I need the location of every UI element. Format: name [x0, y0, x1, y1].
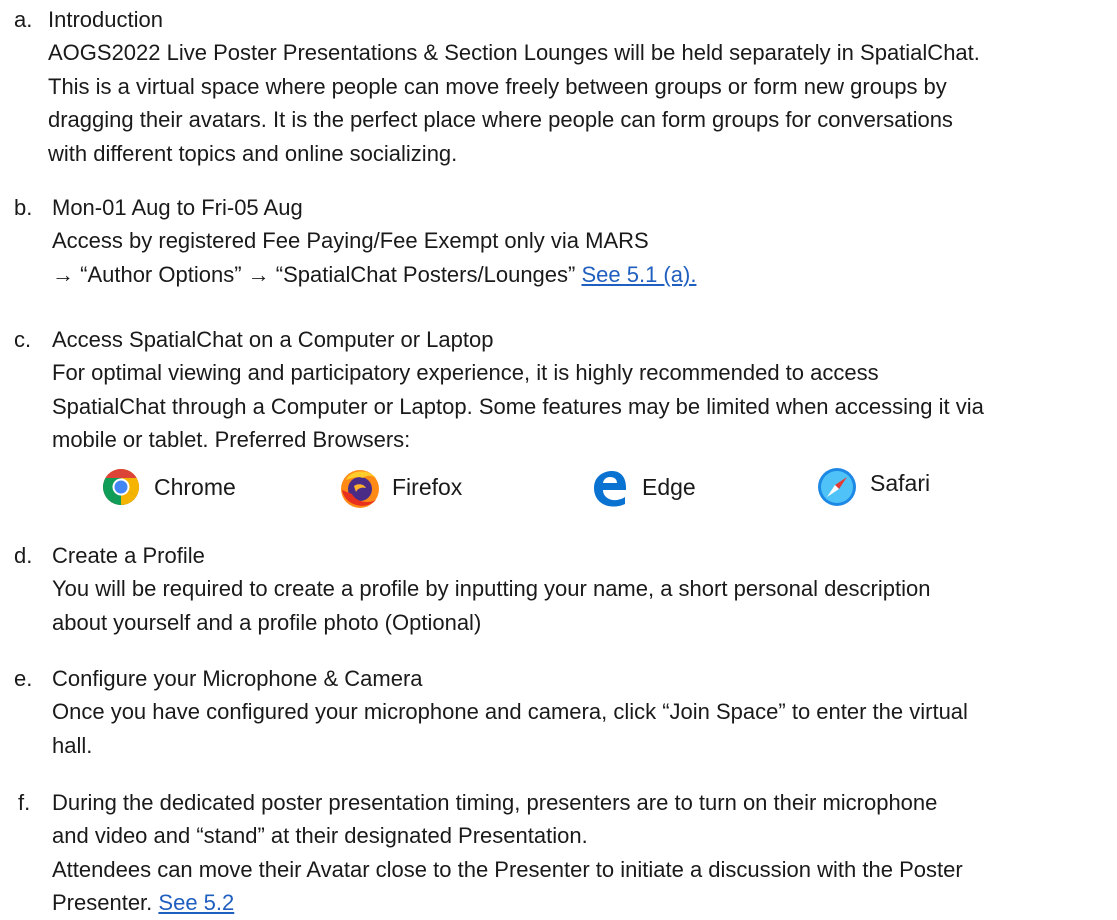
browser-chrome: Chrome: [100, 462, 236, 512]
body-line: → “Author Options” → “SpatialChat Poster…: [52, 258, 1109, 291]
browser-label: Safari: [870, 470, 931, 496]
body-line: dragging their avatars. It is the perfec…: [48, 107, 953, 133]
body-line: SpatialChat through a Computer or Laptop…: [52, 393, 984, 419]
list-item-create-profile: d. Create a Profile You will be required…: [0, 539, 1117, 639]
preferred-browsers: Chrome Firefox Edge Safari: [0, 462, 1117, 512]
item-body: Access SpatialChat on a Computer or Lapt…: [52, 323, 1109, 457]
list-marker: e.: [14, 666, 33, 691]
item-heading: Configure your Microphone & Camera: [52, 666, 423, 691]
list-marker: a.: [14, 7, 33, 32]
safari-icon: [816, 466, 858, 508]
item-body: Create a Profile You will be required to…: [52, 539, 1109, 639]
body-line: with different topics and online sociali…: [48, 140, 458, 166]
item-heading: Access SpatialChat on a Computer or Lapt…: [52, 327, 494, 352]
list-marker: f.: [18, 790, 31, 815]
edge-icon: [588, 466, 630, 508]
item-body: Configure your Microphone & Camera Once …: [52, 662, 1109, 762]
body-line: This is a virtual space where people can…: [48, 73, 947, 99]
list-item-dates: b. Mon-01 Aug to Fri-05 Aug Access by re…: [0, 191, 1117, 301]
firefox-icon: [338, 466, 380, 508]
browser-safari: Safari: [816, 458, 930, 508]
navigation-path-text: → “Author Options” → “SpatialChat Poster…: [52, 261, 576, 287]
body-line: hall.: [52, 732, 93, 758]
item-body: Mon-01 Aug to Fri-05 Aug Access by regis…: [52, 191, 1109, 291]
list-item-configure-devices: e. Configure your Microphone & Camera On…: [0, 662, 1117, 762]
body-line: Access by registered Fee Paying/Fee Exem…: [52, 228, 649, 254]
item-body: During the dedicated poster presentation…: [52, 786, 1109, 920]
body-line: Attendees can move their Avatar close to…: [52, 856, 963, 882]
list-marker: c.: [14, 327, 32, 352]
instructions-document: a. Introduction AOGS2022 Live Poster Pre…: [0, 0, 1117, 916]
body-line: Once you have configured your microphone…: [52, 699, 968, 725]
body-line: about yourself and a profile photo (Opti…: [52, 609, 482, 635]
browser-edge: Edge: [588, 462, 696, 512]
body-line: For optimal viewing and participatory ex…: [52, 360, 879, 386]
browser-label: Chrome: [154, 474, 236, 500]
list-marker: b.: [14, 195, 33, 220]
list-marker: d.: [14, 543, 33, 568]
body-line: Presenter. See 5.2: [52, 886, 1109, 919]
see-5-1-a-link[interactable]: See 5.1 (a).: [581, 262, 696, 287]
list-item-introduction: a. Introduction AOGS2022 Live Poster Pre…: [0, 3, 1117, 173]
see-5-2-link[interactable]: See 5.2: [158, 890, 234, 915]
body-line: and video and “stand” at their designate…: [52, 823, 588, 849]
body-line: You will be required to create a profile…: [52, 576, 931, 602]
item-body: Introduction AOGS2022 Live Poster Presen…: [48, 3, 1109, 170]
browser-label: Edge: [642, 474, 696, 500]
chrome-icon: [100, 466, 142, 508]
browser-firefox: Firefox: [338, 462, 462, 512]
item-heading: Mon-01 Aug to Fri-05 Aug: [52, 195, 303, 220]
item-heading: Create a Profile: [52, 543, 205, 568]
item-heading: Introduction: [48, 7, 163, 32]
body-line: mobile or tablet. Preferred Browsers:: [52, 427, 411, 453]
presenter-text: Presenter.: [52, 890, 153, 916]
body-line: During the dedicated poster presentation…: [52, 790, 938, 815]
browser-label: Firefox: [392, 474, 463, 500]
list-item-presentation-timing: f. During the dedicated poster presentat…: [0, 786, 1117, 916]
body-line: AOGS2022 Live Poster Presentations & Sec…: [48, 40, 980, 66]
